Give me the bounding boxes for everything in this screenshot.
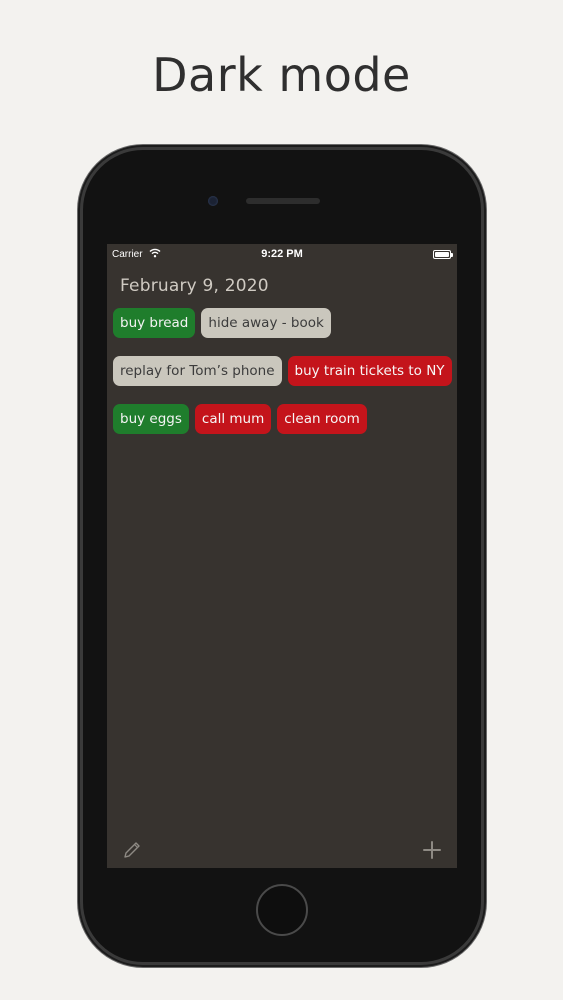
task-tag[interactable]: clean room (277, 404, 367, 434)
battery-icon (433, 250, 453, 259)
pencil-icon[interactable] (122, 840, 142, 860)
earpiece-speaker (246, 198, 320, 204)
task-tag[interactable]: buy train tickets to NY (287, 356, 452, 386)
front-camera (208, 196, 218, 206)
power-button (481, 308, 486, 364)
task-tag[interactable]: call mum (194, 404, 272, 434)
clock: 9:22 PM (261, 248, 303, 260)
headline: Dark mode (152, 48, 411, 102)
app-screen: Carrier 9:22 PM February 9, 2020 buy bre… (107, 244, 457, 868)
task-tag[interactable]: buy bread (113, 308, 196, 338)
date-heading: February 9, 2020 (120, 276, 269, 296)
status-bar: Carrier 9:22 PM (107, 244, 457, 264)
task-tag[interactable]: buy eggs (113, 404, 189, 434)
plus-icon[interactable] (422, 840, 442, 860)
page: Dark mode Carrier 9:22 PM February 9, 20… (0, 0, 563, 1000)
home-button[interactable] (256, 884, 308, 936)
task-list: buy bread hide away - book replay for To… (113, 308, 453, 434)
task-tag[interactable]: replay for Tom’s phone (113, 356, 282, 386)
task-tag[interactable]: hide away - book (201, 308, 331, 338)
